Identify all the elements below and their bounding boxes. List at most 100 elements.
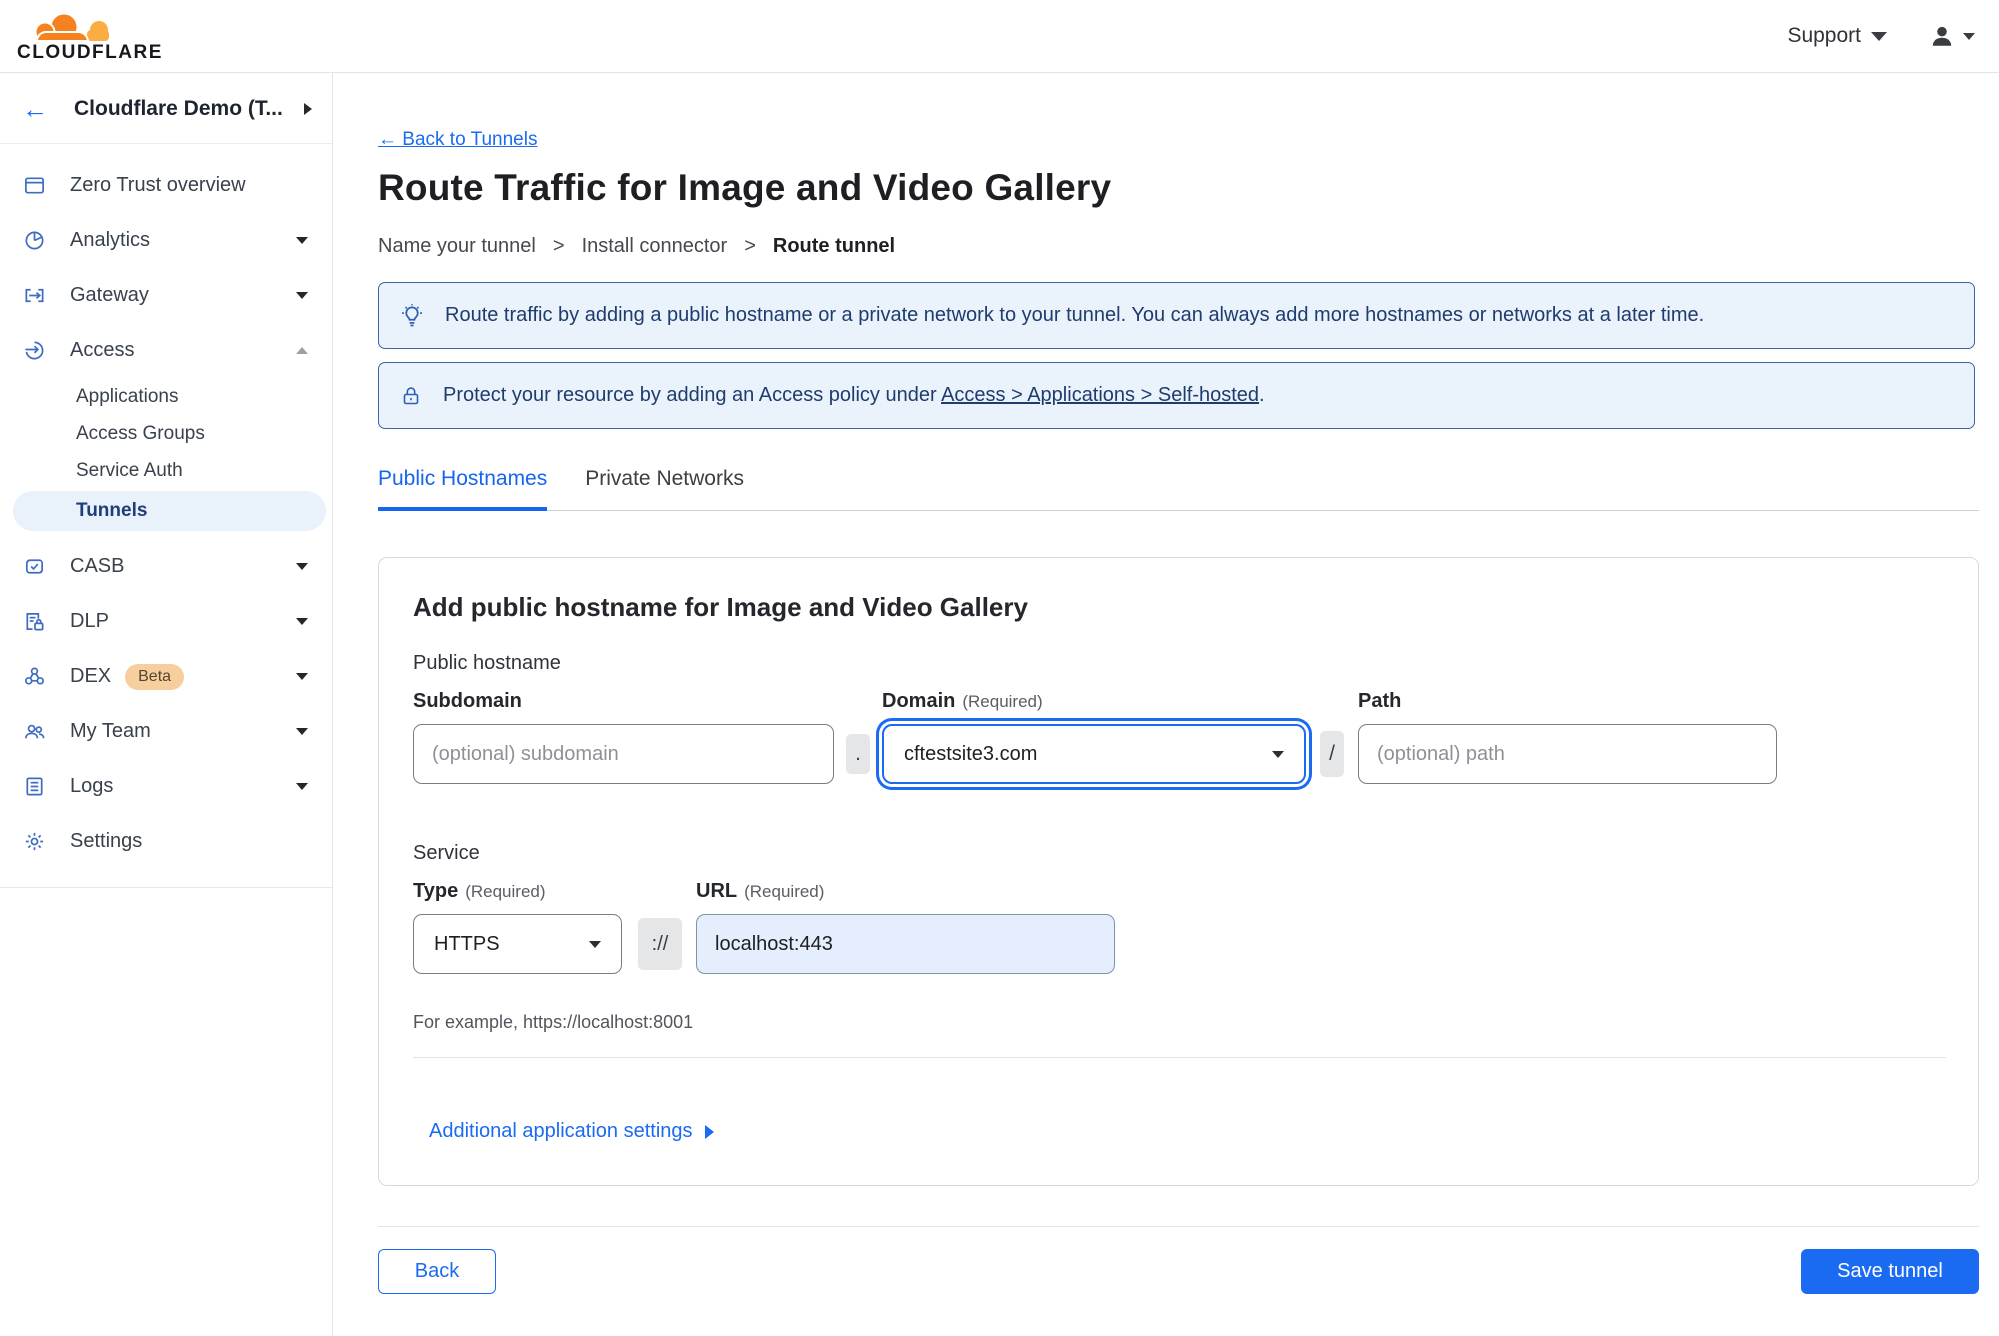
logs-icon [22,775,46,799]
casb-icon [22,555,46,579]
url-label: URL (Required) [696,880,1115,903]
protect-text-prefix: Protect your resource by adding an Acces… [443,384,937,406]
subdomain-label: Subdomain [413,690,522,712]
breadcrumb-step-route-tunnel: Route tunnel [772,235,896,257]
sidebar-item-applications[interactable]: Applications [0,378,332,415]
chevron-down-icon [296,618,308,625]
domain-field: Domain (Required) cftestsite3.com [882,690,1306,784]
breadcrumb-separator: > [744,235,756,257]
sidebar-item-my-team[interactable]: My Team [0,704,332,759]
sidebar-item-label: DEX [70,665,112,687]
chevron-up-icon [296,347,308,354]
sidebar-item-dlp[interactable]: DLP [0,594,332,649]
route-info-text: Route traffic by adding a public hostnam… [445,304,1705,326]
subdomain-field: Subdomain [413,690,834,784]
domain-label-text: Domain [882,690,956,712]
domain-select[interactable]: cftestsite3.com [882,724,1306,784]
subdomain-input[interactable] [413,724,834,784]
chevron-down-icon [296,292,308,299]
sidebar-item-zero-trust-overview[interactable]: Zero Trust overview [0,158,332,213]
sidebar-item-access-groups[interactable]: Access Groups [0,415,332,452]
service-type-select[interactable]: HTTPS [413,914,622,974]
user-account-menu[interactable] [1929,23,1975,49]
breadcrumb-separator: > [552,235,565,257]
footer-divider [378,1226,1979,1227]
sidebar-item-dex[interactable]: DEX Beta [0,649,332,704]
type-label: Type (Required) [413,880,622,903]
chevron-right-icon[interactable] [304,103,312,115]
access-icon [22,339,46,363]
service-url-input[interactable] [696,914,1115,974]
user-icon [1929,23,1955,49]
dlp-icon [22,610,46,634]
chevron-down-icon [296,237,308,244]
url-label-text: URL [696,880,738,902]
additional-settings-label: Additional application settings [429,1120,693,1142]
cloudflare-cloud-icon [17,11,135,45]
protect-resource-banner: Protect your resource by adding an Acces… [378,362,1975,429]
service-label: Service [413,842,480,864]
url-example-text: For example, https://localhost:8001 [413,1012,694,1032]
gear-icon [22,830,46,854]
sidebar-item-label: Logs [70,775,114,797]
required-label: (Required) [962,692,1043,711]
hostname-field-row: Subdomain . Domain (Required) cftestsite3… [413,690,1944,784]
sidebar-item-label: DLP [70,610,109,632]
scheme-separator: :// [638,918,682,970]
tab-bar: Public Hostnames Private Networks [378,467,1979,511]
sidebar-nav: Zero Trust overview Analytics Gateway Ac… [0,144,332,888]
support-menu[interactable]: Support [1787,24,1887,48]
domain-select-value: cftestsite3.com [904,742,1038,765]
sidebar-item-analytics[interactable]: Analytics [0,213,332,268]
chevron-right-icon [704,1124,714,1139]
sidebar-item-label: Tunnels [76,500,148,521]
chevron-down-icon [1871,31,1887,41]
sidebar-item-label: Zero Trust overview [70,174,246,196]
main-content: ← Back to Tunnels Route Traffic for Imag… [334,73,1999,1336]
tab-public-hostnames[interactable]: Public Hostnames [378,467,548,511]
footer-actions: Back Save tunnel [378,1249,1979,1294]
sidebar-item-label: Applications [76,385,179,407]
access-applications-link[interactable]: Access > Applications > Self-hosted [941,384,1259,406]
sidebar-item-label: Service Auth [76,459,183,481]
chevron-down-icon [296,673,308,680]
sidebar-item-logs[interactable]: Logs [0,759,332,814]
back-button[interactable]: Back [378,1249,496,1294]
breadcrumb-step-name-tunnel[interactable]: Name your tunnel [378,235,536,258]
chevron-down-icon [589,940,601,948]
required-label: (Required) [744,882,825,901]
card-divider [413,1057,1946,1058]
lock-icon [399,384,423,408]
path-input[interactable] [1358,724,1777,784]
additional-settings-toggle[interactable]: Additional application settings [429,1120,714,1143]
domain-label: Domain (Required) [882,690,1306,713]
sidebar-item-label: Analytics [70,229,151,251]
breadcrumb-step-install-connector[interactable]: Install connector [582,235,728,258]
chevron-down-icon [1963,32,1975,40]
tab-private-networks[interactable]: Private Networks [585,467,744,510]
sidebar-item-casb[interactable]: CASB [0,539,332,594]
cloudflare-logo[interactable]: CLOUDFLARE [17,11,163,62]
sidebar-item-settings[interactable]: Settings [0,814,332,869]
protect-resource-text: Protect your resource by adding an Acces… [443,384,1265,407]
back-arrow-icon[interactable]: ← [22,96,48,122]
back-to-tunnels-link[interactable]: ← Back to Tunnels [378,129,537,151]
sidebar-item-tunnels[interactable]: Tunnels [13,491,326,531]
gateway-icon [22,284,46,308]
sidebar-item-label: Access Groups [76,422,205,444]
service-type-field: Type (Required) HTTPS [413,880,622,974]
chevron-down-icon [296,563,308,570]
slash-separator: / [1320,731,1344,777]
sidebar-item-label: Gateway [70,284,149,306]
path-label: Path [1358,690,1402,712]
account-name: Cloudflare Demo (T... [74,97,283,120]
sidebar: ← Cloudflare Demo (T... Zero Trust overv… [0,73,333,1336]
required-label: (Required) [465,882,546,901]
path-field: Path [1358,690,1777,784]
sidebar-item-service-auth[interactable]: Service Auth [0,452,332,489]
breadcrumb: Name your tunnel > Install connector > R… [378,235,1974,258]
sidebar-item-access[interactable]: Access [0,323,332,378]
sidebar-item-gateway[interactable]: Gateway [0,268,332,323]
chevron-down-icon [296,783,308,790]
save-tunnel-button[interactable]: Save tunnel [1801,1249,1979,1294]
